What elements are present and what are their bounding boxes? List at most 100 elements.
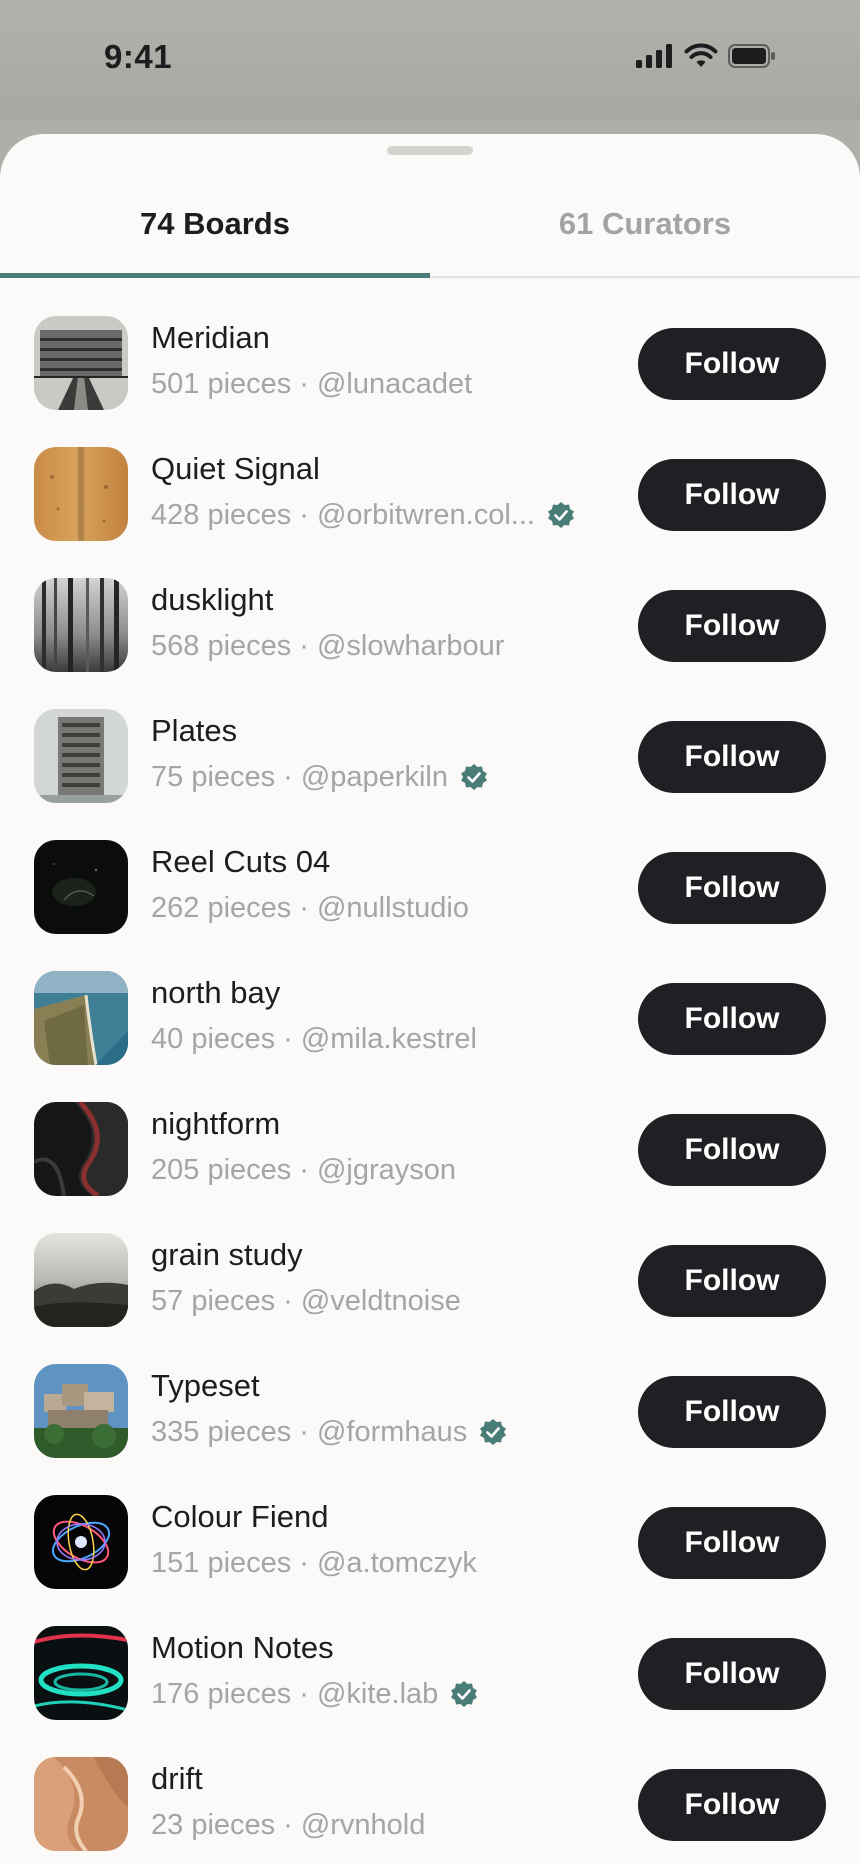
board-row[interactable]: Meridian 501 pieces · @lunacadet Follow	[0, 316, 860, 447]
board-thumbnail	[34, 1233, 128, 1327]
piece-count: 335 pieces	[151, 1415, 292, 1448]
board-name: grain study	[151, 1237, 303, 1272]
curator-handle[interactable]: @slowharbour	[317, 630, 504, 663]
board-meta: 501 pieces · @lunacadet	[151, 367, 473, 401]
tab-bar: 74 Boards 61 Curators	[0, 174, 860, 274]
board-thumbnail	[34, 1495, 128, 1589]
piece-count: 205 pieces	[151, 1153, 292, 1186]
board-meta: 205 pieces · @jgrayson	[151, 1153, 457, 1187]
status-icons	[636, 42, 776, 70]
board-row[interactable]: Motion Notes 176 pieces · @kite.lab Follow	[0, 1626, 860, 1757]
board-name: Plates	[151, 713, 238, 748]
tab-boards[interactable]: 74 Boards	[0, 174, 430, 274]
board-thumbnail	[34, 709, 128, 803]
board-meta: 335 pieces · @formhaus	[151, 1414, 507, 1450]
board-name: dusklight	[151, 582, 274, 617]
follow-button[interactable]: Follow	[638, 1245, 826, 1317]
board-thumbnail	[34, 1757, 128, 1851]
piece-count: 23 pieces	[151, 1808, 276, 1841]
curator-handle[interactable]: @kite.lab	[317, 1678, 438, 1711]
board-row[interactable]: Quiet Signal 428 pieces · @orbitwren.col..…	[0, 447, 860, 578]
board-meta: 57 pieces · @veldtnoise	[151, 1284, 461, 1318]
board-row[interactable]: drift 23 pieces · @rvnhold Follow	[0, 1757, 860, 1864]
follow-button[interactable]: Follow	[638, 1769, 826, 1841]
status-time: 9:41	[104, 38, 173, 75]
board-row[interactable]: dusklight 568 pieces · @slowharbour Follow	[0, 578, 860, 709]
board-meta: 176 pieces · @kite.lab	[151, 1676, 478, 1712]
board-thumbnail	[34, 316, 128, 410]
piece-count: 75 pieces	[151, 760, 276, 793]
curator-handle[interactable]: @jgrayson	[317, 1154, 456, 1187]
tab-curators[interactable]: 61 Curators	[430, 174, 860, 274]
curator-handle[interactable]: @nullstudio	[317, 892, 469, 925]
curator-handle[interactable]: @lunacadet	[317, 368, 472, 401]
board-thumbnail	[34, 447, 128, 541]
board-thumbnail	[34, 1626, 128, 1720]
active-tab-indicator	[0, 273, 430, 278]
board-meta: 40 pieces · @mila.kestrel	[151, 1022, 477, 1056]
follow-button[interactable]: Follow	[638, 328, 826, 400]
sheet-grabber[interactable]	[387, 146, 473, 155]
board-thumbnail	[34, 578, 128, 672]
board-meta: 262 pieces · @nullstudio	[151, 891, 469, 925]
board-thumbnail	[34, 1364, 128, 1458]
board-name: Reel Cuts 04	[151, 844, 331, 879]
verified-badge-icon	[460, 764, 487, 790]
board-name: Meridian	[151, 320, 270, 355]
battery-icon	[728, 44, 775, 68]
piece-count: 176 pieces	[151, 1677, 292, 1710]
piece-count: 40 pieces	[151, 1022, 276, 1055]
piece-count: 428 pieces	[151, 498, 292, 531]
boards-sheet: 74 Boards 61 Curators Meridian 501 piece…	[0, 134, 860, 1864]
verified-badge-icon	[547, 502, 574, 528]
follow-button[interactable]: Follow	[638, 1114, 826, 1186]
status-bar: 9:41	[0, 0, 860, 120]
board-name: Colour Fiend	[151, 1499, 329, 1534]
board-meta: 151 pieces · @a.tomczyk	[151, 1546, 477, 1580]
follow-button[interactable]: Follow	[638, 983, 826, 1055]
board-row[interactable]: grain study 57 pieces · @veldtnoise Follow	[0, 1233, 860, 1364]
curator-handle[interactable]: @a.tomczyk	[317, 1547, 477, 1580]
board-name: Motion Notes	[151, 1630, 334, 1665]
curator-handle[interactable]: @rvnhold	[301, 1809, 426, 1842]
board-name: Quiet Signal	[151, 451, 320, 486]
follow-button[interactable]: Follow	[638, 852, 826, 924]
follow-button[interactable]: Follow	[638, 721, 826, 793]
board-row[interactable]: Colour Fiend 151 pieces · @a.tomczyk Follo…	[0, 1495, 860, 1626]
board-meta: 568 pieces · @slowharbour	[151, 629, 505, 663]
board-thumbnail	[34, 840, 128, 934]
board-thumbnail	[34, 971, 128, 1065]
curator-handle[interactable]: @mila.kestrel	[301, 1023, 477, 1056]
follow-button[interactable]: Follow	[638, 459, 826, 531]
piece-count: 501 pieces	[151, 367, 292, 400]
curator-handle[interactable]: @veldtnoise	[301, 1285, 461, 1318]
verified-badge-icon	[480, 1419, 507, 1445]
board-name: nightform	[151, 1106, 281, 1141]
piece-count: 57 pieces	[151, 1284, 276, 1317]
board-name: north bay	[151, 975, 281, 1010]
follow-button[interactable]: Follow	[638, 1507, 826, 1579]
curator-handle[interactable]: @orbitwren.col...	[317, 499, 535, 532]
follow-button[interactable]: Follow	[638, 1376, 826, 1448]
board-row[interactable]: north bay 40 pieces · @mila.kestrel Follow	[0, 971, 860, 1102]
board-name: Typeset	[151, 1368, 260, 1403]
board-row[interactable]: Typeset 335 pieces · @formhaus Follow	[0, 1364, 860, 1495]
board-row[interactable]: Reel Cuts 04 262 pieces · @nullstudio Foll…	[0, 840, 860, 971]
piece-count: 262 pieces	[151, 891, 292, 924]
board-row[interactable]: nightform 205 pieces · @jgrayson Follow	[0, 1102, 860, 1233]
follow-button[interactable]: Follow	[638, 590, 826, 662]
board-name: drift	[151, 1761, 203, 1796]
verified-badge-icon	[451, 1681, 478, 1707]
board-meta: 75 pieces · @paperkiln	[151, 759, 488, 795]
board-meta: 428 pieces · @orbitwren.col...	[151, 497, 575, 533]
follow-button[interactable]: Follow	[638, 1638, 826, 1710]
board-row[interactable]: Plates 75 pieces · @paperkiln Follow	[0, 709, 860, 840]
piece-count: 568 pieces	[151, 629, 292, 662]
board-meta: 23 pieces · @rvnhold	[151, 1808, 426, 1842]
board-list: Meridian 501 pieces·@lunacadet Follow	[0, 316, 860, 1864]
curator-handle[interactable]: @formhaus	[317, 1416, 467, 1449]
board-thumbnail	[34, 1102, 128, 1196]
cellular-signal-icon	[636, 44, 672, 68]
wifi-icon	[684, 43, 718, 67]
curator-handle[interactable]: @paperkiln	[301, 761, 448, 794]
